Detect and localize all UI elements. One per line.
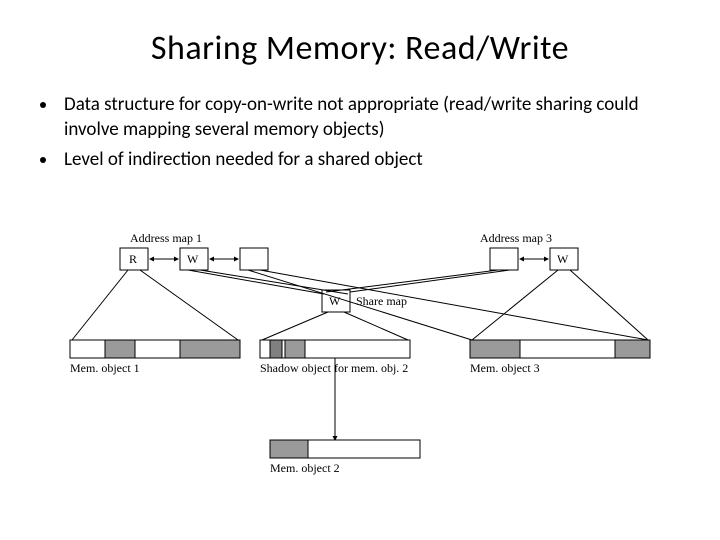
bullet-list: Data structure for copy-on-write not app… bbox=[58, 93, 680, 173]
label-memobj1: Mem. object 1 bbox=[70, 361, 140, 375]
box-w3: W bbox=[557, 252, 569, 266]
label-memobj3: Mem. object 3 bbox=[470, 361, 540, 375]
bullet-2: Level of indirection needed for a shared… bbox=[58, 148, 680, 173]
box-r: R bbox=[129, 252, 137, 266]
box-w1: W bbox=[187, 252, 199, 266]
label-addrmap1: Address map 1 bbox=[130, 231, 202, 245]
label-shadow: Shadow object for mem. obj. 2 bbox=[260, 361, 408, 375]
slide-title: Sharing Memory: Read/Write bbox=[40, 28, 680, 69]
bullet-1: Data structure for copy-on-write not app… bbox=[58, 93, 680, 142]
label-memobj2: Mem. object 2 bbox=[270, 461, 340, 475]
label-addrmap3: Address map 3 bbox=[480, 231, 552, 245]
diagram: Address map 1 Address map 3 R W W bbox=[60, 230, 660, 510]
